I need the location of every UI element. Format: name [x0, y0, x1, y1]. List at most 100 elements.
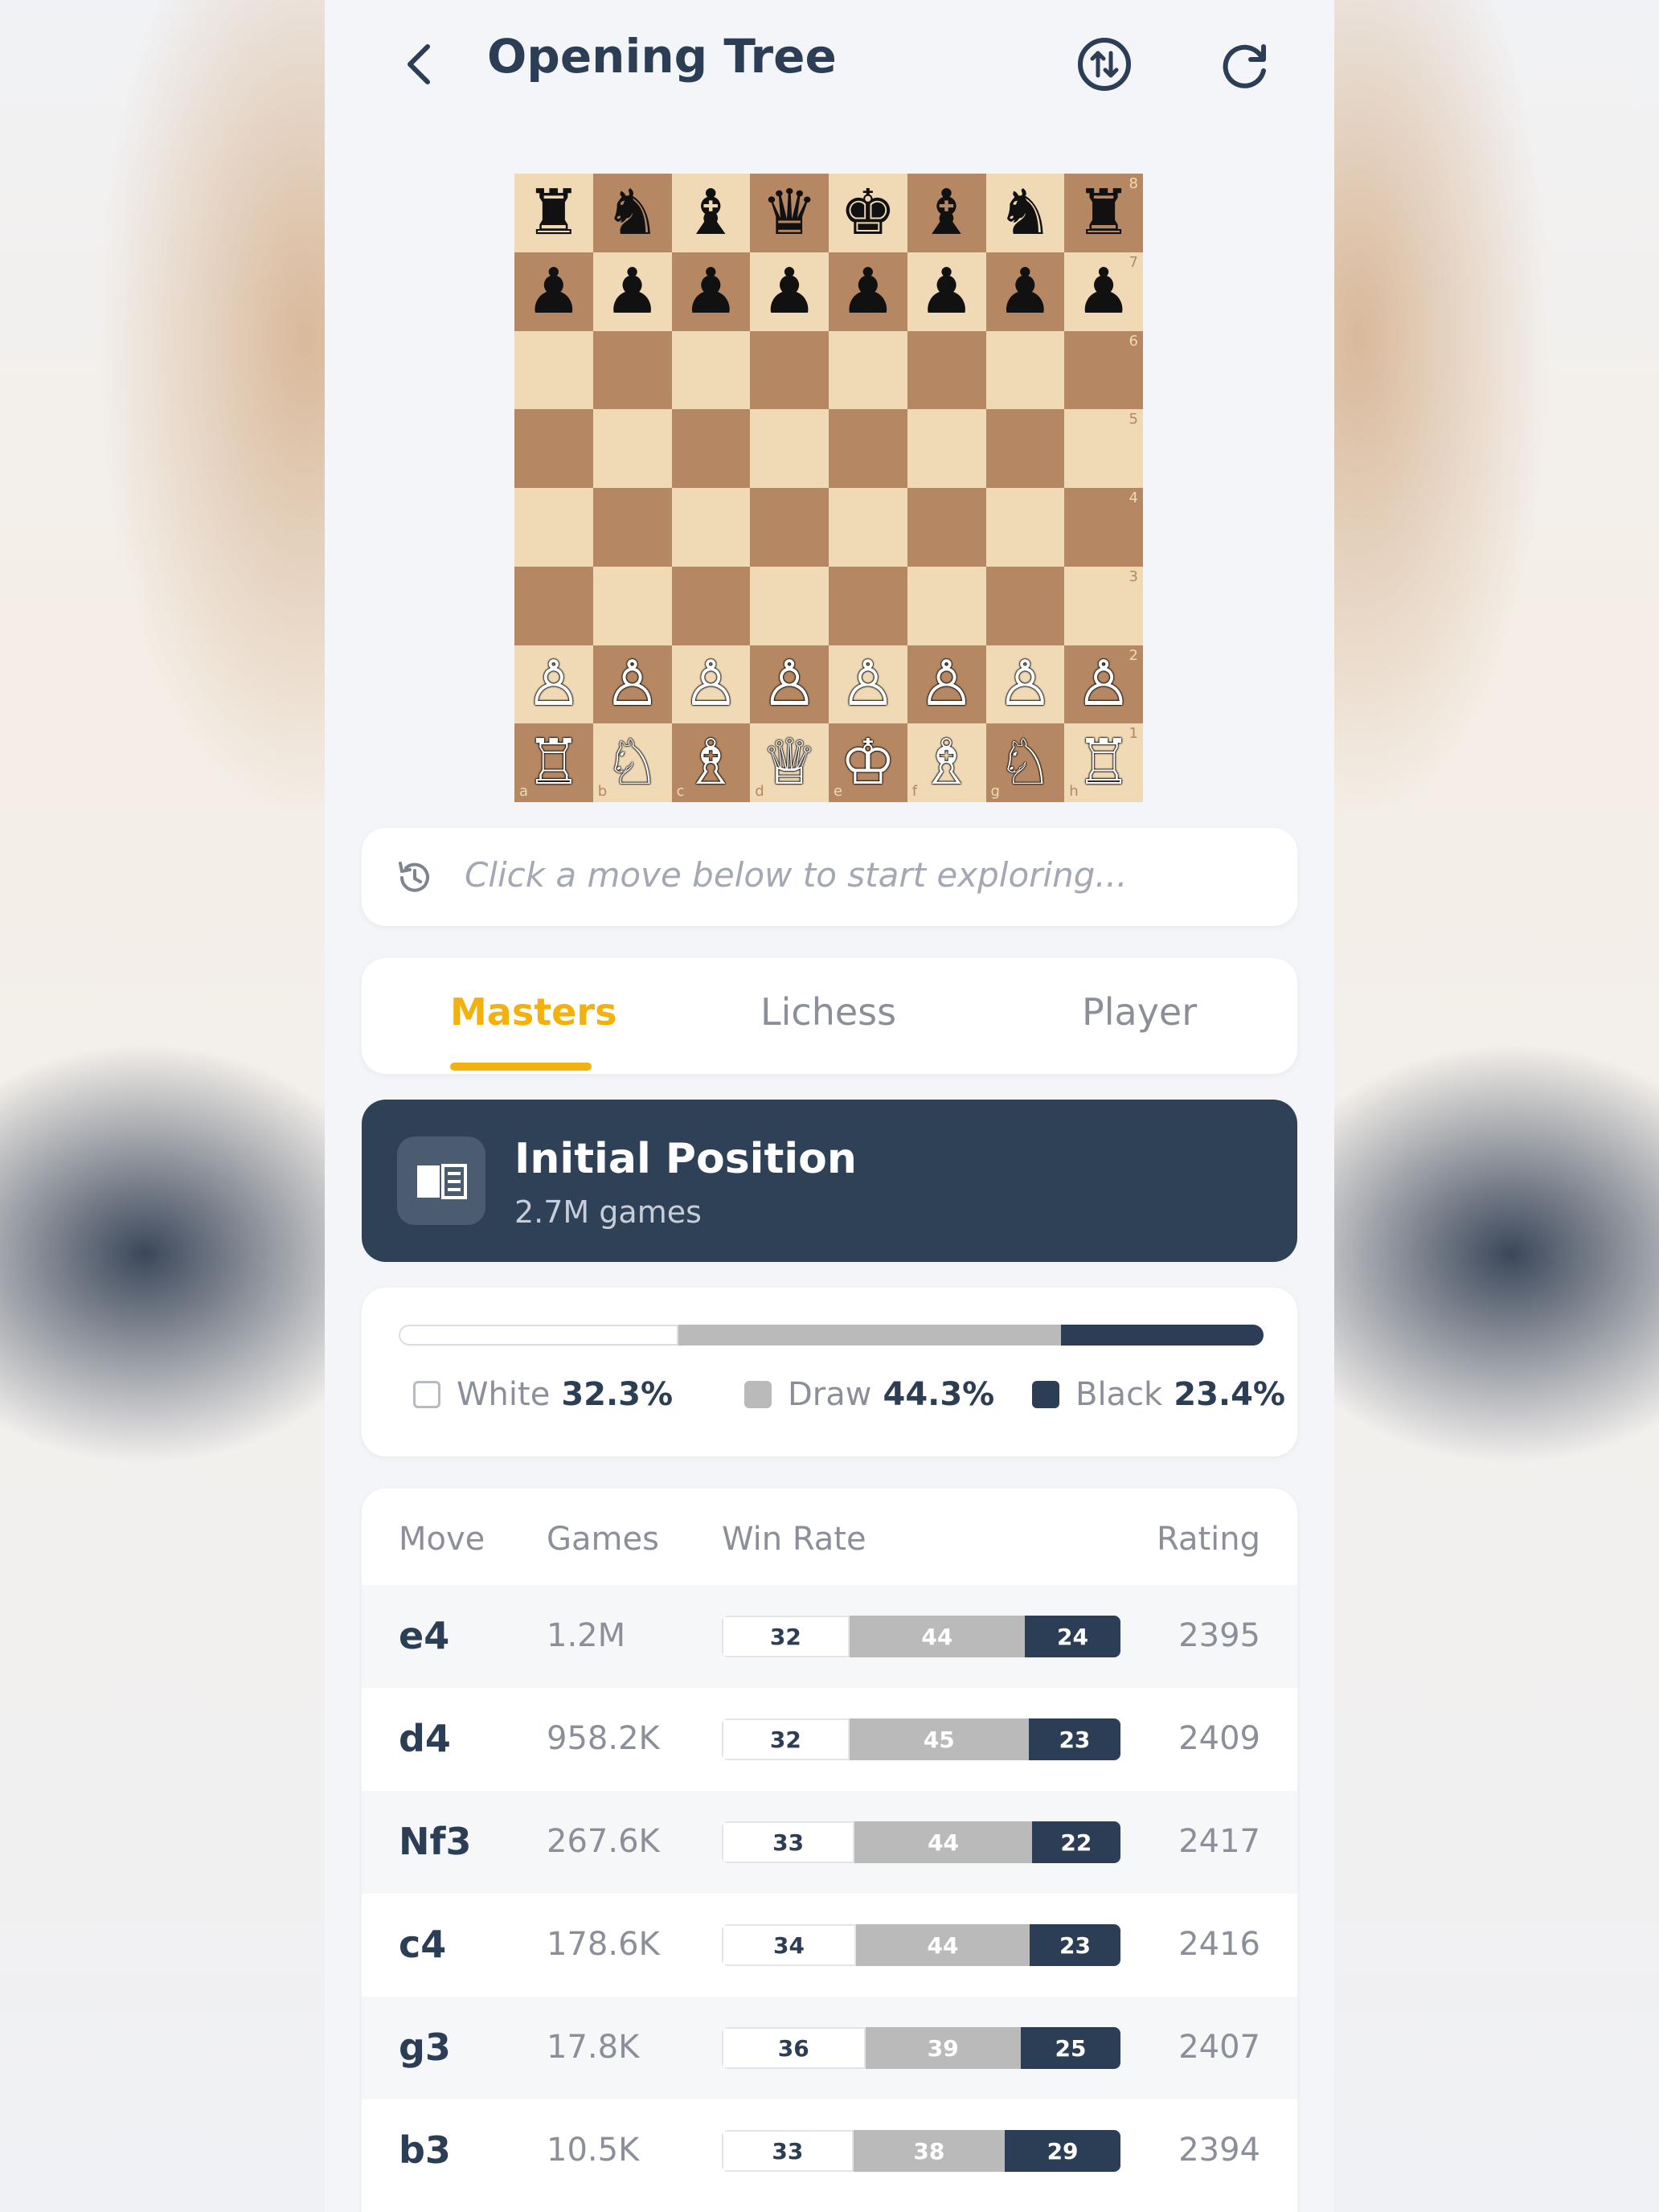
- square-d6[interactable]: [750, 330, 829, 410]
- chess-piece[interactable]: ♙: [761, 653, 817, 715]
- square-c5[interactable]: [671, 409, 751, 488]
- square-g1[interactable]: ♘ g: [985, 723, 1065, 802]
- square-e8[interactable]: ♚: [829, 174, 907, 252]
- table-row[interactable]: b3 10.5K 33 38 29 2394: [362, 2099, 1297, 2202]
- square-f6[interactable]: [907, 330, 986, 410]
- square-c1[interactable]: ♗ c: [671, 723, 751, 802]
- move-history-bar[interactable]: Click a move below to start exploring...: [362, 828, 1297, 926]
- square-b7[interactable]: ♟: [592, 252, 672, 331]
- square-a4[interactable]: [514, 488, 593, 567]
- square-d7[interactable]: ♟: [750, 252, 829, 331]
- square-a5[interactable]: [514, 409, 593, 488]
- square-c6[interactable]: [671, 330, 751, 410]
- square-e7[interactable]: ♟: [829, 252, 907, 331]
- square-b4[interactable]: [592, 488, 672, 567]
- square-a8[interactable]: ♜: [514, 174, 593, 252]
- square-h3[interactable]: 3: [1064, 566, 1143, 645]
- square-c7[interactable]: ♟: [671, 252, 751, 331]
- square-d1[interactable]: ♕ d: [750, 723, 829, 802]
- chess-piece[interactable]: ♘: [997, 731, 1053, 794]
- square-f5[interactable]: [907, 409, 986, 488]
- chess-piece[interactable]: ♟: [840, 260, 896, 323]
- chess-piece[interactable]: ♕: [761, 731, 817, 794]
- square-d2[interactable]: ♙: [750, 645, 829, 724]
- square-h5[interactable]: 5: [1064, 409, 1143, 488]
- chess-piece[interactable]: ♙: [840, 653, 896, 715]
- chess-piece[interactable]: ♞: [604, 182, 661, 244]
- back-button[interactable]: [395, 32, 444, 96]
- chess-piece[interactable]: ♝: [682, 182, 739, 244]
- chess-piece[interactable]: ♙: [682, 653, 739, 715]
- chess-piece[interactable]: ♝: [919, 182, 975, 244]
- chess-piece[interactable]: ♖: [1075, 731, 1132, 794]
- chess-piece[interactable]: ♜: [1075, 182, 1132, 244]
- chess-piece[interactable]: ♙: [1075, 653, 1132, 715]
- chess-board[interactable]: ♜ ♞ ♝ ♛ ♚ ♝ ♞ ♜ 8 ♟ ♟ ♟ ♟ ♟ ♟ ♟ ♟ 7 6 5 4 3 ♙ ♙ ♙ ♙ ♙ ♙ ♙ ♙ 2 ♖ a ♘ b ♗ c ♕ d ♔…: [514, 174, 1143, 802]
- square-a3[interactable]: [514, 566, 593, 645]
- chess-piece[interactable]: ♗: [919, 731, 975, 794]
- chess-piece[interactable]: ♟: [682, 260, 739, 323]
- refresh-button[interactable]: [1212, 31, 1280, 98]
- board-grid[interactable]: ♜ ♞ ♝ ♛ ♚ ♝ ♞ ♜ 8 ♟ ♟ ♟ ♟ ♟ ♟ ♟ ♟ 7 6 5 4 3 ♙ ♙ ♙ ♙ ♙ ♙ ♙ ♙ 2 ♖ a ♘ b ♗ c ♕ d ♔…: [514, 174, 1143, 802]
- square-g6[interactable]: [985, 330, 1065, 410]
- square-c3[interactable]: [671, 566, 751, 645]
- square-d8[interactable]: ♛: [750, 174, 829, 252]
- square-f7[interactable]: ♟: [907, 252, 986, 331]
- square-d4[interactable]: [750, 488, 829, 567]
- square-h8[interactable]: ♜ 8: [1064, 174, 1143, 252]
- chess-piece[interactable]: ♖: [526, 731, 582, 794]
- square-e2[interactable]: ♙: [829, 645, 907, 724]
- chess-piece[interactable]: ♙: [997, 653, 1053, 715]
- square-g8[interactable]: ♞: [985, 174, 1065, 252]
- square-b5[interactable]: [592, 409, 672, 488]
- square-g4[interactable]: [985, 488, 1065, 567]
- chess-piece[interactable]: ♟: [1075, 260, 1132, 323]
- square-f3[interactable]: [907, 566, 986, 645]
- square-f2[interactable]: ♙: [907, 645, 986, 724]
- chess-piece[interactable]: ♟: [761, 260, 817, 323]
- table-row[interactable]: g3 17.8K 36 39 25 2407: [362, 1997, 1297, 2099]
- square-g2[interactable]: ♙: [985, 645, 1065, 724]
- square-h7[interactable]: ♟ 7: [1064, 252, 1143, 331]
- square-f4[interactable]: [907, 488, 986, 567]
- chess-piece[interactable]: ♙: [919, 653, 975, 715]
- square-h1[interactable]: ♖ 1 h: [1064, 723, 1143, 802]
- tab-player[interactable]: Player: [1082, 990, 1197, 1034]
- chess-piece[interactable]: ♚: [840, 182, 896, 244]
- square-a7[interactable]: ♟: [514, 252, 593, 331]
- chess-piece[interactable]: ♟: [997, 260, 1053, 323]
- table-row[interactable]: e4 1.2M 32 44 24 2395: [362, 1585, 1297, 1688]
- square-a2[interactable]: ♙: [514, 645, 593, 724]
- square-b1[interactable]: ♘ b: [592, 723, 672, 802]
- chess-piece[interactable]: ♙: [604, 653, 661, 715]
- square-f1[interactable]: ♗ f: [907, 723, 986, 802]
- square-b6[interactable]: [592, 330, 672, 410]
- square-f8[interactable]: ♝: [907, 174, 986, 252]
- chess-piece[interactable]: ♗: [682, 731, 739, 794]
- square-g7[interactable]: ♟: [985, 252, 1065, 331]
- square-e4[interactable]: [829, 488, 907, 567]
- tab-masters[interactable]: Masters: [450, 990, 616, 1034]
- square-e5[interactable]: [829, 409, 907, 488]
- square-b2[interactable]: ♙: [592, 645, 672, 724]
- square-b8[interactable]: ♞: [592, 174, 672, 252]
- table-row[interactable]: Nf3 267.6K 33 44 22 2417: [362, 1791, 1297, 1894]
- table-row[interactable]: d4 958.2K 32 45 23 2409: [362, 1688, 1297, 1791]
- square-c4[interactable]: [671, 488, 751, 567]
- chess-piece[interactable]: ♘: [604, 731, 661, 794]
- chess-piece[interactable]: ♟: [604, 260, 661, 323]
- table-row[interactable]: c4 178.6K 34 44 23 2416: [362, 1894, 1297, 1997]
- square-g3[interactable]: [985, 566, 1065, 645]
- tab-lichess[interactable]: Lichess: [760, 990, 896, 1034]
- chess-piece[interactable]: ♟: [919, 260, 975, 323]
- square-a6[interactable]: [514, 330, 593, 410]
- square-c8[interactable]: ♝: [671, 174, 751, 252]
- chess-piece[interactable]: ♜: [526, 182, 582, 244]
- square-g5[interactable]: [985, 409, 1065, 488]
- flip-board-button[interactable]: [1071, 31, 1138, 98]
- chess-piece[interactable]: ♛: [761, 182, 817, 244]
- chess-piece[interactable]: ♔: [840, 731, 896, 794]
- chess-piece[interactable]: ♙: [526, 653, 582, 715]
- square-d3[interactable]: [750, 566, 829, 645]
- square-e6[interactable]: [829, 330, 907, 410]
